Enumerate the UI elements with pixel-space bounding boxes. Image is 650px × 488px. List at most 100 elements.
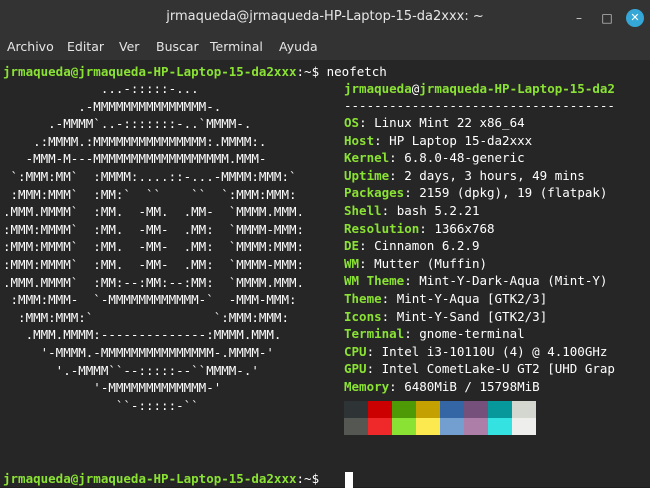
info-value: Mint-Y-Dark-Aqua (Mint-Y) [419,273,608,289]
info-value: Mutter (Muffin) [374,255,488,271]
logo-line: ``-:::::-`` [3,397,199,413]
info-row: Shell: bash 5.2.21 [344,203,480,218]
logo-line: .:MMMM.:MMMMMMMMMMMMMMM:.MMMM:. [3,133,267,149]
palette-swatch [464,401,488,418]
info-key: Kernel [344,150,390,166]
menu-editar[interactable]: Editar [67,39,104,54]
info-key: Uptime [344,167,390,183]
logo-line: :MMM:MMM- `-MMMMMMMMMMMM-` -MMM-MMM: [3,292,297,308]
minimize-icon[interactable]: – [570,9,588,27]
palette-swatch [512,418,536,435]
info-key: Icons [344,308,382,324]
palette-swatch [488,401,512,418]
info-row: Memory: 6480MiB / 15798MiB [344,379,540,394]
text-cursor [345,472,353,488]
info-value: Intel CometLake-U GT2 [UHD Grap [381,361,615,377]
info-row: Terminal: gnome-terminal [344,326,525,342]
command-text: neofetch [326,64,387,79]
info-header: jrmaqueda@jrmaqueda-HP-Laptop-15-da2 [344,80,615,98]
info-row: Packages: 2159 (dpkg), 19 (flatpak) [344,185,608,201]
info-key: WM [344,255,360,271]
info-key: Packages [344,185,405,201]
info-value: 6480MiB / 15798MiB [404,379,540,394]
logo-line: :MMM:MMMM` :MM. -MM- .MM: `MMMM:MMM: [3,239,305,255]
close-icon[interactable]: ✕ [626,9,644,27]
info-value: HP Laptop 15-da2xxx [389,132,533,148]
palette-swatch [368,418,392,435]
info-value: 1366x768 [434,220,495,236]
prompt-symbol: $ [311,64,320,79]
info-key: CPU [344,343,367,359]
info-value: Linux Mint 22 x86_64 [374,115,525,130]
info-key: WM Theme [344,273,405,289]
info-value: gnome-terminal [419,326,525,342]
info-row: GPU: Intel CometLake-U GT2 [UHD Grap [344,361,615,377]
info-value: Mint-Y-Sand [GTK2/3] [396,308,548,324]
menu-ver[interactable]: Ver [119,39,139,54]
menu-terminal[interactable]: Terminal [210,39,263,54]
info-separator: ------------------------------------ [344,98,615,113]
info-value: Intel i3-10110U (4) @ 4.100GHz [381,343,608,359]
logo-line: :MMM:MMM:` `:MMM:MMM: [3,309,289,325]
palette-swatch [392,401,416,418]
palette-swatch [392,418,416,435]
info-row: Host: HP Laptop 15-da2xxx [344,132,533,148]
info-host: jrmaqueda-HP-Laptop-15-da2 [419,81,615,96]
logo-line: ...-:::::-... [3,81,199,96]
palette-swatch [344,401,368,418]
palette-swatch [440,418,464,435]
info-row: Uptime: 2 days, 3 hours, 49 mins [344,167,585,183]
info-row: Theme: Mint-Y-Aqua [GTK2/3] [344,291,548,306]
title-bar[interactable]: jrmaqueda@jrmaqueda-HP-Laptop-15-da2xxx:… [0,0,650,34]
maximize-icon[interactable]: □ [598,9,616,27]
prompt-user-host: jrmaqueda@jrmaqueda-HP-Laptop-15-da2xxx [3,64,297,79]
info-value: Mint-Y-Aqua [GTK2/3] [396,291,548,306]
logo-line: .MMM.MMMM` :MM:--:MM:--:MM: `MMMM.MMM. [3,274,305,290]
info-key: Host [344,132,375,148]
info-row: WM Theme: Mint-Y-Dark-Aqua (Mint-Y) [344,273,608,289]
terminal-window: jrmaqueda@jrmaqueda-HP-Laptop-15-da2xxx:… [0,0,650,488]
info-value: 2 days, 3 hours, 49 mins [404,167,585,183]
logo-line: :MMM:MMM` :MM:` `` `` `:MMM:MMM: [3,186,297,202]
prompt-symbol-bottom: $ [311,471,320,486]
logo-line: .MMM.MMMM:--------------:MMMM.MMM. [3,327,282,343]
info-key: Resolution [344,220,420,236]
info-row: DE: Cinnamon 6.2.9 [344,238,480,254]
logo-line: -MMM-M---MMMMMMMMMMMMMMMMMM.MMM- [3,151,267,167]
menu-buscar[interactable]: Buscar [156,39,199,54]
logo-line: .-MMMMMMMMMMMMMMM-. [3,98,222,114]
terminal-area[interactable]: jrmaqueda@jrmaqueda-HP-Laptop-15-da2xxx:… [0,60,650,488]
info-row: Icons: Mint-Y-Sand [GTK2/3] [344,308,548,324]
logo-line: `:MMM:MM` :MMMM:....::-...-MMMM:MMM:` [3,169,297,184]
info-key: Memory [344,379,390,394]
palette-swatch [368,401,392,418]
logo-line: '-MMMM.-MMMMMMMMMMMMMMM-.MMMM-' [3,345,274,360]
palette-swatch [488,418,512,435]
info-value: Cinnamon 6.2.9 [374,238,480,254]
info-row: WM: Mutter (Muffin) [344,255,488,271]
palette-swatch [416,418,440,435]
info-row: OS: Linux Mint 22 x86_64 [344,115,525,130]
palette-swatch [440,401,464,418]
prompt-user-host-bottom: jrmaqueda@jrmaqueda-HP-Laptop-15-da2xxx [3,471,297,486]
palette-swatch [416,401,440,418]
window-title: jrmaqueda@jrmaqueda-HP-Laptop-15-da2xxx:… [166,9,484,24]
info-user: jrmaqueda [344,81,412,96]
info-key: OS [344,115,360,130]
palette-swatch [512,401,536,418]
logo-line: .MMM.MMMM` :MM. -MM. .MM- `MMMM.MMM. [3,204,305,220]
info-value: 6.8.0-48-generic [404,150,525,166]
prompt-line-bottom: jrmaqueda@jrmaqueda-HP-Laptop-15-da2xxx:… [3,470,319,488]
info-key: GPU [344,361,367,377]
menu-ayuda[interactable]: Ayuda [279,39,318,54]
palette-swatch [344,418,368,435]
info-key: Shell [344,203,382,218]
info-key: Terminal [344,326,405,342]
menu-bar: Archivo Editar Ver Buscar Terminal Ayuda [0,34,650,60]
logo-line: :MMM:MMMM` :MM. -MM- .MM: `MMMM-MMM: [3,221,305,237]
info-value: 2159 (dpkg), 19 (flatpak) [419,185,608,201]
logo-line: :MMM:MMMM` :MM. -MM- .MM: `MMMM-MMM: [3,257,305,272]
info-row: CPU: Intel i3-10110U (4) @ 4.100GHz [344,343,608,359]
info-key: DE [344,238,360,254]
menu-archivo[interactable]: Archivo [7,39,54,54]
